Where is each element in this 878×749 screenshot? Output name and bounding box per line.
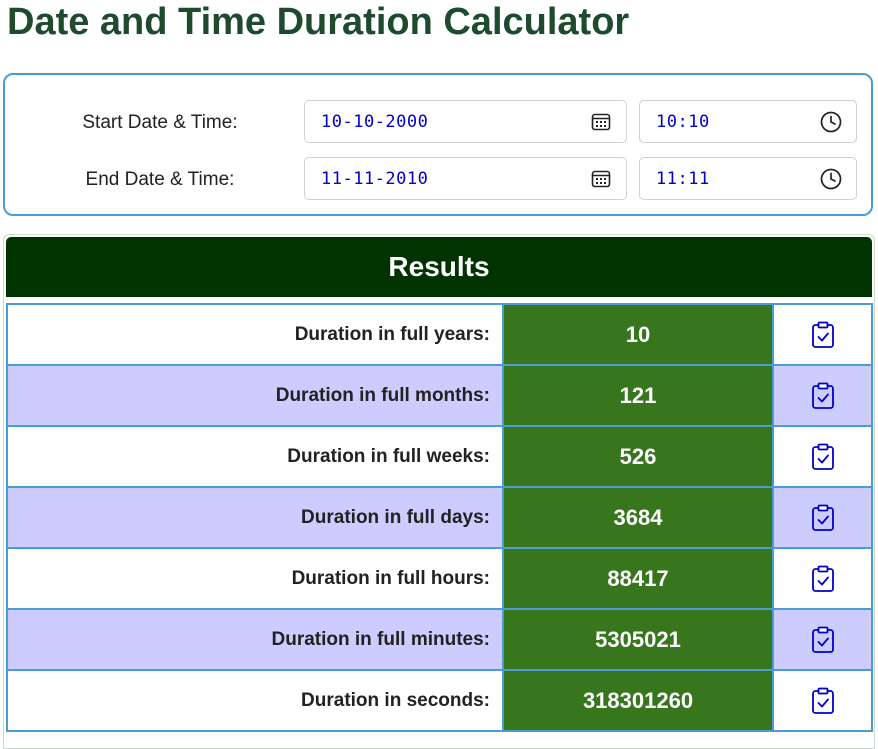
clock-icon[interactable] (820, 168, 842, 190)
end-time-input[interactable]: 11:11 (639, 157, 857, 200)
table-row: Duration in full minutes: 5305021 (6, 608, 873, 671)
table-row: Duration in full weeks: 526 (6, 425, 873, 488)
results-header: Results (6, 237, 872, 297)
clipboard-check-icon[interactable] (810, 626, 836, 654)
calendar-icon[interactable] (590, 168, 612, 190)
input-panel: Start Date & Time: 10-10-2000 10:10 End … (3, 73, 873, 216)
end-datetime-label: End Date & Time: (85, 169, 235, 190)
result-value: 88417 (502, 547, 774, 610)
copy-cell (772, 669, 873, 732)
copy-cell (772, 547, 873, 610)
end-date-input[interactable]: 11-11-2010 (304, 157, 627, 200)
start-date-value: 10-10-2000 (321, 112, 429, 132)
table-row: Duration in full years: 10 (6, 303, 873, 366)
result-value: 121 (502, 364, 774, 427)
end-date-value: 11-11-2010 (321, 169, 429, 189)
clipboard-check-icon[interactable] (810, 321, 836, 349)
table-row: Duration in seconds: 318301260 (6, 669, 873, 732)
result-value: 318301260 (502, 669, 774, 732)
result-label: Duration in full days: (6, 486, 504, 549)
clipboard-check-icon[interactable] (810, 504, 836, 532)
copy-cell (772, 608, 873, 671)
result-value: 5305021 (502, 608, 774, 671)
clipboard-check-icon[interactable] (810, 443, 836, 471)
page-title: Date and Time Duration Calculator (7, 1, 630, 43)
result-label: Duration in full hours: (6, 547, 504, 610)
result-value: 10 (502, 303, 774, 366)
clipboard-check-icon[interactable] (810, 382, 836, 410)
table-row: Duration in full months: 121 (6, 364, 873, 427)
copy-cell (772, 364, 873, 427)
result-label: Duration in full weeks: (6, 425, 504, 488)
copy-cell (772, 303, 873, 366)
result-label: Duration in full years: (6, 303, 504, 366)
start-time-value: 10:10 (656, 112, 710, 132)
results-panel: Results Duration in full years: 10 Durat… (3, 234, 875, 749)
clipboard-check-icon[interactable] (810, 687, 836, 715)
calendar-icon[interactable] (590, 111, 612, 133)
clipboard-check-icon[interactable] (810, 565, 836, 593)
result-label: Duration in seconds: (6, 669, 504, 732)
table-row: Duration in full days: 3684 (6, 486, 873, 549)
end-time-value: 11:11 (656, 169, 710, 189)
copy-cell (772, 425, 873, 488)
start-date-input[interactable]: 10-10-2000 (304, 100, 627, 143)
result-label: Duration in full minutes: (6, 608, 504, 671)
clock-icon[interactable] (820, 111, 842, 133)
results-table: Duration in full years: 10 Duration in f… (6, 303, 873, 732)
result-value: 526 (502, 425, 774, 488)
copy-cell (772, 486, 873, 549)
start-datetime-label: Start Date & Time: (82, 112, 238, 133)
table-row: Duration in full hours: 88417 (6, 547, 873, 610)
result-label: Duration in full months: (6, 364, 504, 427)
result-value: 3684 (502, 486, 774, 549)
start-time-input[interactable]: 10:10 (639, 100, 857, 143)
